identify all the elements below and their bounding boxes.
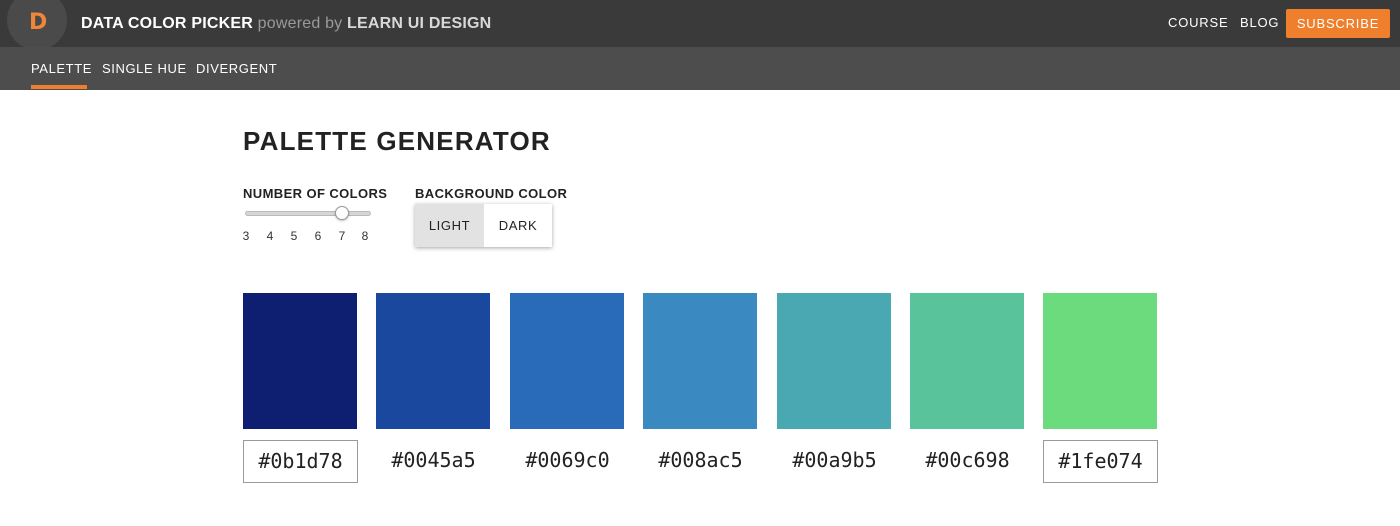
hex-input[interactable]: #1fe074 — [1043, 440, 1158, 483]
slider-tick: 3 — [242, 229, 250, 243]
page-title: PALETTE GENERATOR — [243, 126, 551, 156]
brand-name: LEARN UI DESIGN — [347, 15, 492, 32]
hex-input[interactable]: #0b1d78 — [243, 440, 358, 483]
app-title[interactable]: DATA COLOR PICKER powered by LEARN UI DE… — [81, 15, 491, 33]
hex-input[interactable]: #0045a5 — [376, 440, 491, 483]
tab-divergent[interactable]: DIVERGENT — [196, 61, 277, 76]
color-swatch[interactable] — [643, 293, 757, 429]
slider-tick: 5 — [290, 229, 298, 243]
background-color-toggle: LIGHT DARK — [415, 204, 552, 247]
powered-by-text: powered by — [257, 15, 343, 32]
nav-course-link[interactable]: COURSE — [1168, 15, 1228, 31]
hex-input[interactable]: #00a9b5 — [777, 440, 892, 483]
nav-blog-link[interactable]: BLOG — [1240, 15, 1279, 31]
color-swatch[interactable] — [510, 293, 624, 429]
slider-tick: 4 — [266, 229, 274, 243]
color-swatch[interactable] — [910, 293, 1024, 429]
slider-tick: 6 — [314, 229, 322, 243]
color-swatch[interactable] — [777, 293, 891, 429]
active-tab-indicator — [31, 85, 87, 89]
slider-thumb[interactable] — [335, 206, 349, 220]
logo-letter: D — [29, 10, 48, 35]
dark-option-button[interactable]: DARK — [484, 204, 552, 247]
app-name: DATA COLOR PICKER — [81, 15, 253, 32]
color-swatch[interactable] — [1043, 293, 1157, 429]
tab-single-hue[interactable]: SINGLE HUE — [102, 61, 187, 76]
hex-input[interactable]: #008ac5 — [643, 440, 758, 483]
top-bar: D DATA COLOR PICKER powered by LEARN UI … — [0, 0, 1400, 50]
number-of-colors-label: NUMBER OF COLORS — [243, 186, 388, 201]
hex-input[interactable]: #0069c0 — [510, 440, 625, 483]
hex-input[interactable]: #00c698 — [910, 440, 1025, 483]
tab-palette[interactable]: PALETTE — [31, 61, 92, 76]
slider-tick: 7 — [338, 229, 346, 243]
subscribe-button[interactable]: SUBSCRIBE — [1286, 9, 1390, 38]
light-option-button[interactable]: LIGHT — [415, 204, 484, 247]
tab-bar: PALETTE SINGLE HUE DIVERGENT — [0, 47, 1400, 90]
number-of-colors-slider[interactable] — [245, 211, 371, 216]
slider-tick: 8 — [361, 229, 369, 243]
color-swatch[interactable] — [243, 293, 357, 429]
color-swatch[interactable] — [376, 293, 490, 429]
background-color-label: BACKGROUND COLOR — [415, 186, 568, 201]
